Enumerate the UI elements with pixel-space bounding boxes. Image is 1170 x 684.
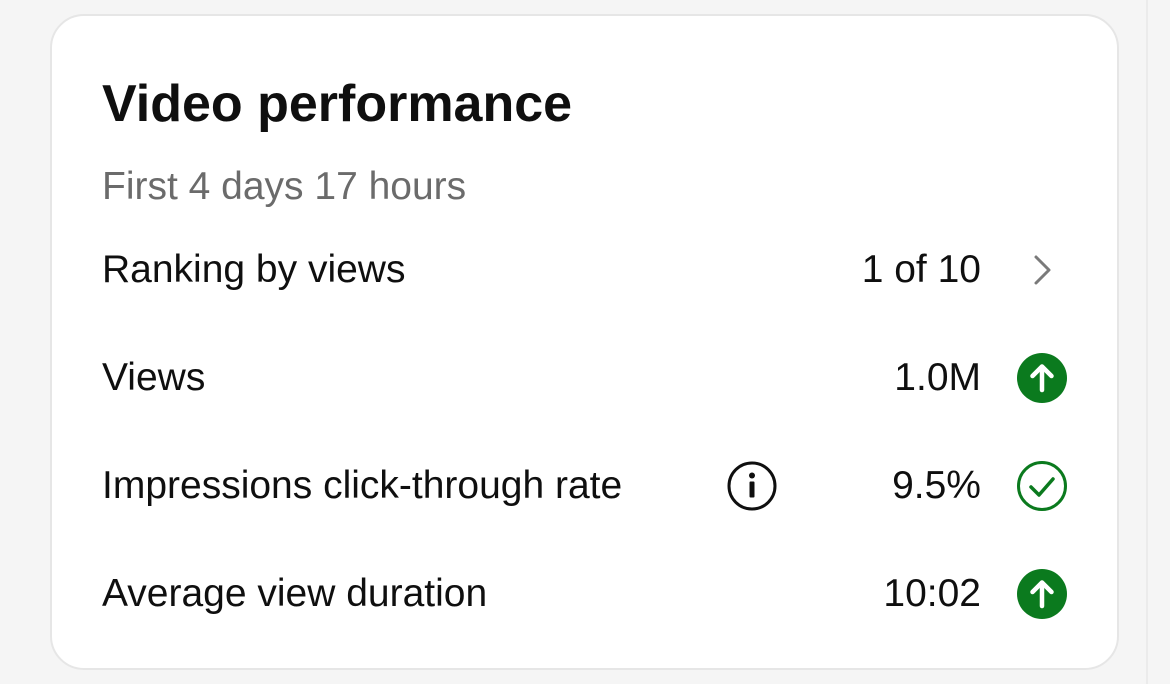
card-title: Video performance (102, 75, 573, 133)
video-performance-card: Video performance First 4 days 17 hours … (50, 14, 1119, 670)
metric-row-ranking-by-views[interactable]: Ranking by views 1 of 10 (52, 224, 1121, 314)
metric-row-views: Views 1.0M (52, 332, 1121, 422)
metric-value: 9.5% (892, 464, 981, 507)
chevron-right-icon[interactable] (1016, 244, 1068, 296)
arrow-up-circle-icon (1016, 568, 1068, 620)
metric-label: Impressions click-through rate (102, 464, 623, 507)
metric-value: 1 of 10 (861, 248, 981, 291)
metric-label: Average view duration (102, 572, 488, 615)
metric-value: 1.0M (894, 356, 981, 399)
metric-label: Views (102, 356, 206, 399)
page-edge-divider (1146, 0, 1148, 684)
arrow-up-circle-icon (1016, 352, 1068, 404)
metric-value: 10:02 (883, 572, 981, 615)
card-subtitle: First 4 days 17 hours (102, 165, 467, 208)
metric-row-average-view-duration: Average view duration 10:02 (52, 548, 1121, 638)
metric-row-impressions-ctr: Impressions click-through rate 9.5% (52, 440, 1121, 530)
metric-label: Ranking by views (102, 248, 406, 291)
check-circle-icon (1016, 460, 1068, 512)
info-icon[interactable] (726, 460, 778, 512)
